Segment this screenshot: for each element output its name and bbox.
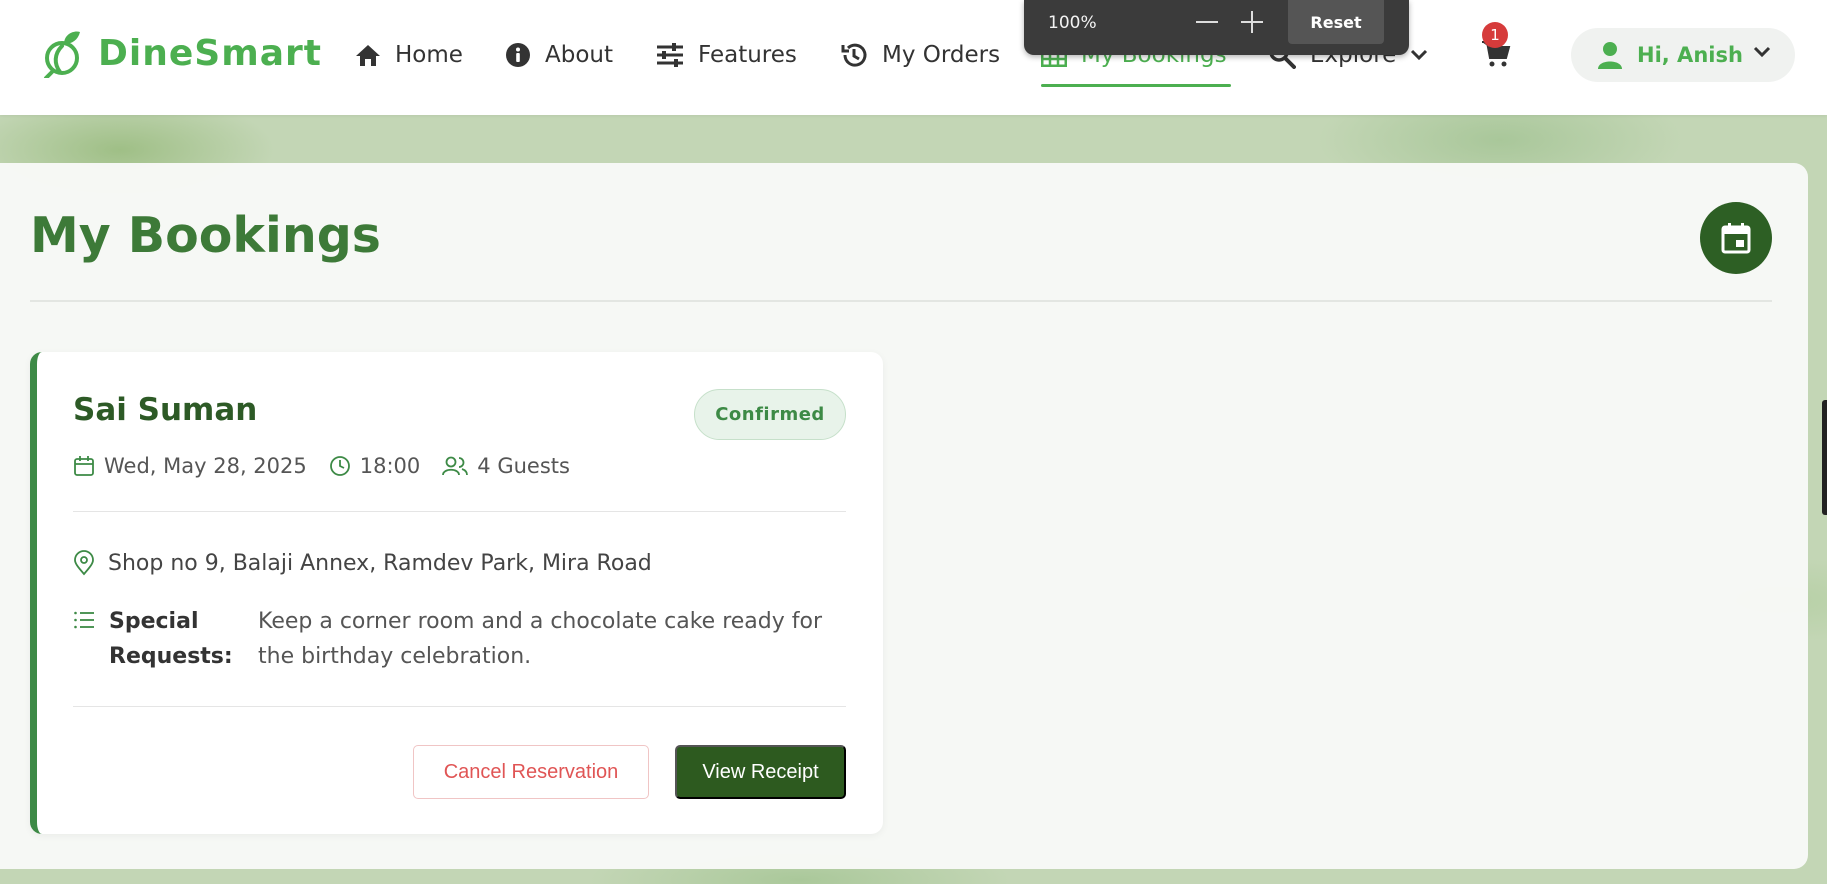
scrollbar-thumb[interactable] [1822, 400, 1827, 515]
title-divider [30, 300, 1772, 302]
user-icon [1598, 42, 1622, 69]
restaurant-name: Sai Suman [73, 392, 258, 428]
card-divider-bottom [73, 706, 846, 707]
zoom-reset-button[interactable]: Reset [1288, 0, 1384, 44]
user-greeting: Hi, Anish [1637, 43, 1743, 67]
booking-time-text: 18:00 [359, 454, 421, 478]
special-requests-label: Special Requests: [109, 609, 233, 669]
booking-time: 18:00 [329, 454, 421, 478]
zoom-level: 100% [1048, 13, 1097, 33]
booking-date: Wed, May 28, 2025 [73, 454, 307, 478]
booking-guests: 4 Guests [442, 454, 570, 478]
card-divider-top [73, 511, 846, 512]
users-icon [442, 456, 469, 476]
home-icon [356, 45, 380, 66]
nav-about[interactable]: About [505, 38, 613, 72]
zoom-popup: 100% Reset [1024, 0, 1409, 55]
zoom-out-button[interactable] [1192, 10, 1222, 34]
history-icon [841, 43, 867, 67]
calendar-icon [74, 456, 94, 476]
booking-address-text: Shop no 9, Balaji Annex, Ramdev Park, Mi… [108, 550, 652, 576]
chevron-down-icon [1411, 49, 1428, 61]
user-menu[interactable]: Hi, Anish [1571, 28, 1795, 82]
nav-home[interactable]: Home [355, 38, 463, 72]
special-requests-text: Keep a corner room and a chocolate cake … [258, 609, 822, 669]
booking-card: Sai Suman Confirmed Wed, May 28, 2025 18… [30, 352, 883, 834]
info-icon [506, 43, 530, 67]
bookings-panel: My Bookings Sai Suman Confirmed Wed, May… [0, 163, 1808, 869]
page-title: My Bookings [30, 207, 381, 264]
nav-about-label: About [545, 42, 614, 68]
map-pin-icon [74, 550, 94, 576]
booking-guests-text: 4 Guests [477, 454, 570, 478]
view-receipt-button[interactable]: View Receipt [675, 745, 846, 799]
list-icon [74, 611, 94, 629]
booking-address: Shop no 9, Balaji Annex, Ramdev Park, Mi… [73, 550, 652, 576]
leaf-spoon-logo-icon [44, 31, 80, 78]
booking-date-text: Wed, May 28, 2025 [104, 454, 307, 478]
nav-features[interactable]: Features [656, 38, 797, 72]
booking-meta: Wed, May 28, 2025 18:00 4 Guests [73, 451, 592, 481]
sliders-icon [657, 43, 683, 67]
brand[interactable]: DineSmart [42, 28, 322, 78]
clock-icon [329, 456, 350, 476]
top-navbar: DineSmart Home About Features My Orders … [0, 0, 1827, 115]
nav-my-orders-label: My Orders [882, 42, 1001, 68]
brand-name: DineSmart [98, 32, 322, 74]
cart-count-badge: 1 [1482, 22, 1508, 48]
active-tab-indicator [1041, 84, 1231, 87]
calendar-icon [1721, 223, 1751, 254]
zoom-in-button[interactable] [1238, 8, 1266, 36]
status-badge: Confirmed [694, 389, 846, 440]
nav-home-label: Home [395, 42, 463, 68]
chevron-down-icon [1753, 46, 1771, 58]
nav-features-label: Features [698, 42, 797, 68]
cancel-reservation-button[interactable]: Cancel Reservation [413, 745, 649, 799]
calendar-badge [1700, 202, 1772, 274]
nav-my-orders[interactable]: My Orders [840, 38, 1000, 72]
